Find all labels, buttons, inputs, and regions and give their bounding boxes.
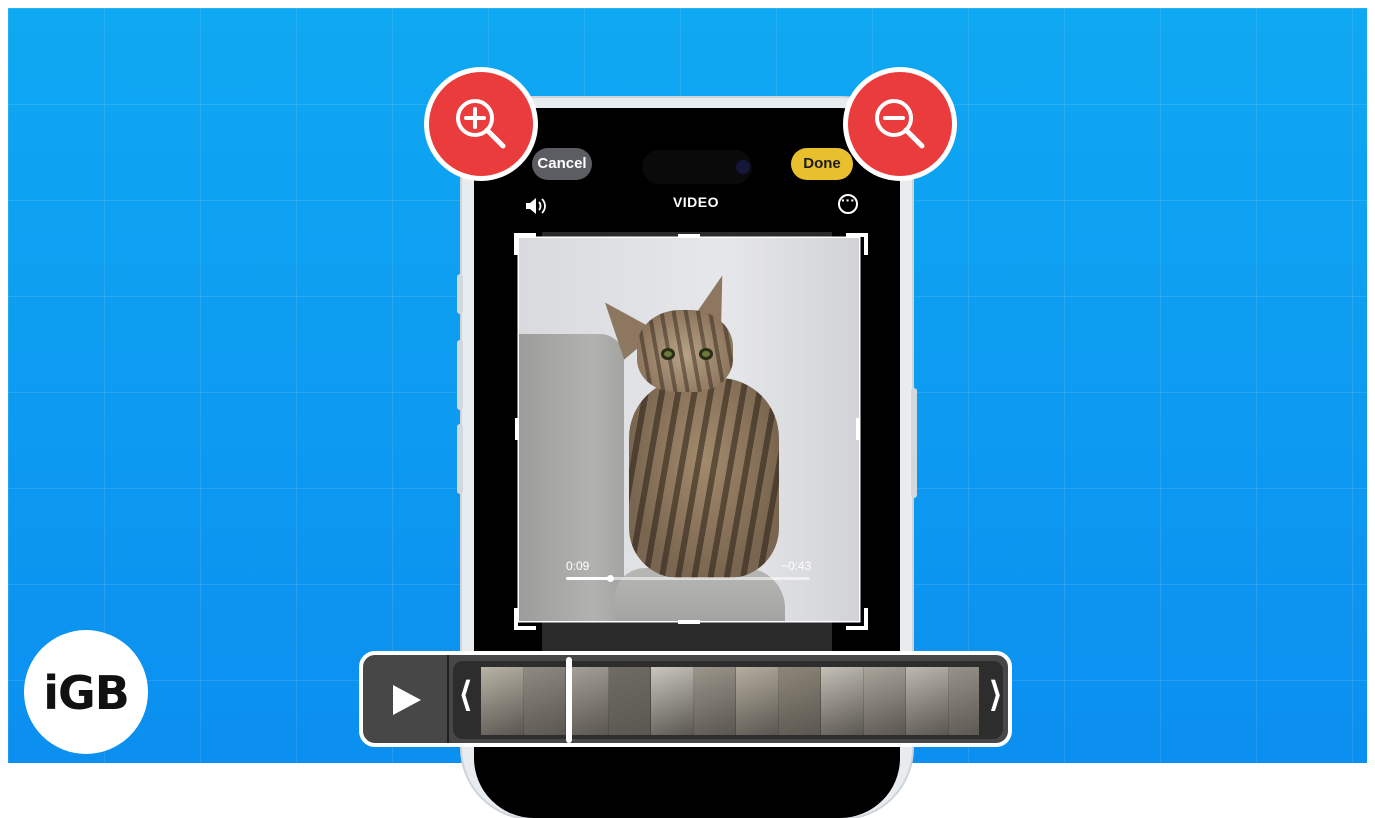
done-button[interactable]: Done <box>791 148 853 180</box>
thumbnail-strip[interactable] <box>481 667 979 735</box>
timeline-thumbnail <box>566 667 609 735</box>
scrubber-track[interactable] <box>566 575 810 582</box>
scrubber-knob[interactable] <box>606 575 614 582</box>
timeline-thumbnail <box>481 667 524 735</box>
crop-corner-bottom-right[interactable] <box>846 608 868 630</box>
play-button[interactable] <box>363 655 449 743</box>
crop-corner-top-right[interactable] <box>846 233 868 255</box>
crop-edge-right[interactable] <box>856 418 860 440</box>
cat-eye-left <box>661 348 675 360</box>
trim-handle-right[interactable]: ⟩ <box>989 675 1002 715</box>
play-icon <box>393 685 421 715</box>
volume-down-button <box>457 424 463 494</box>
zoom-out-icon <box>848 72 952 176</box>
cat-body <box>629 378 779 578</box>
trim-timeline[interactable]: ⟨ ⟩ <box>359 651 1012 747</box>
action-button <box>457 274 463 314</box>
crop-edge-bottom[interactable] <box>678 620 700 624</box>
timeline-thumbnail <box>608 667 651 735</box>
speaker-icon[interactable] <box>524 196 550 216</box>
scrubber-fill <box>566 577 610 580</box>
crop-edge-left[interactable] <box>515 418 519 440</box>
timeline-thumbnail <box>693 667 736 735</box>
front-camera <box>736 160 750 174</box>
ellipsis-circle-icon[interactable] <box>838 192 858 214</box>
crop-edge-top[interactable] <box>678 234 700 238</box>
power-button <box>911 388 917 498</box>
remaining-time: −0:43 <box>781 559 812 573</box>
mode-title: VIDEO <box>672 194 720 210</box>
cat-eye-right <box>699 348 713 360</box>
timeline-thumbnail <box>778 667 821 735</box>
timeline-thumbnail <box>651 667 694 735</box>
playhead[interactable] <box>566 657 572 743</box>
video-preview[interactable]: 0:09 −0:43 <box>519 238 859 621</box>
timeline-thumbnail <box>948 667 979 735</box>
crop-corner-bottom-left[interactable] <box>514 608 536 630</box>
logo-text: iGB <box>43 666 130 720</box>
crop-corner-top-left[interactable] <box>514 233 536 255</box>
cat-head <box>637 310 733 392</box>
timeline-thumbnail <box>863 667 906 735</box>
cancel-button[interactable]: Cancel <box>532 148 592 180</box>
volume-up-button <box>457 340 463 410</box>
timeline-thumbnail <box>821 667 864 735</box>
timeline-thumbnail <box>906 667 949 735</box>
trim-handle-left[interactable]: ⟨ <box>459 675 472 715</box>
timeline-thumbnail <box>523 667 566 735</box>
timeline-thumbnail <box>736 667 779 735</box>
elapsed-time: 0:09 <box>566 559 590 573</box>
igb-logo: iGB <box>24 630 148 754</box>
zoom-in-icon <box>429 72 533 176</box>
